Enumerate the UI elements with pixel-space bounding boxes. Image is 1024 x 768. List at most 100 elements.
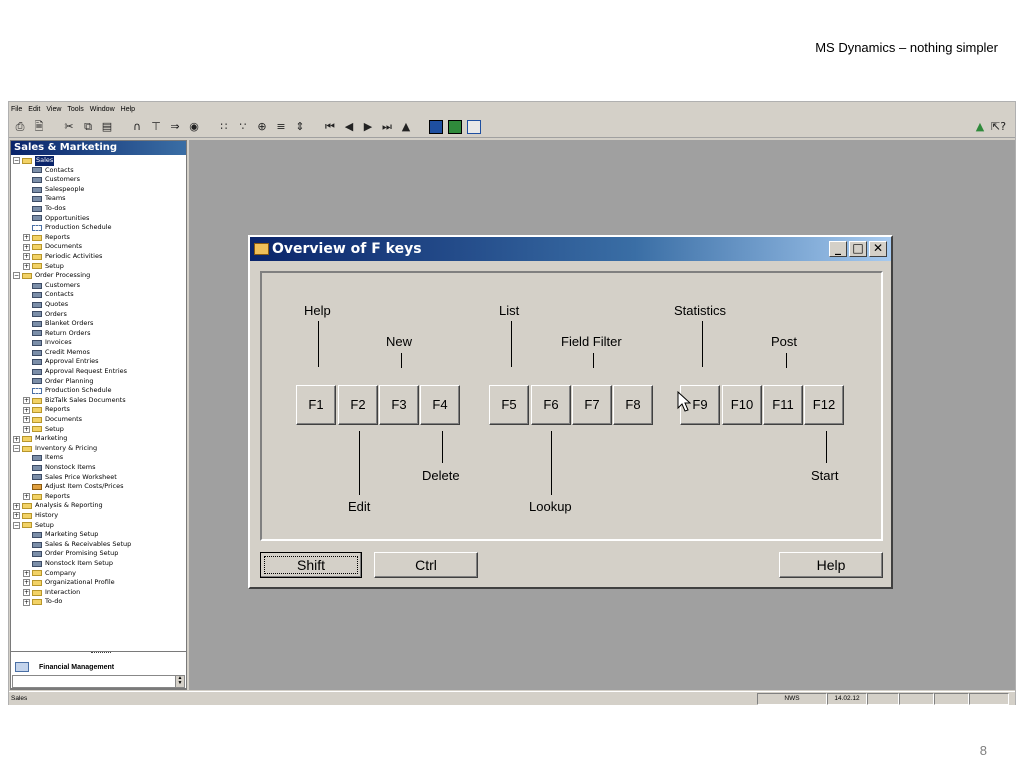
menu-edit[interactable]: Edit xyxy=(28,106,40,113)
tree-item[interactable]: Production Schedule xyxy=(11,223,186,233)
up-icon[interactable]: ▲ xyxy=(399,120,413,134)
tree-item[interactable]: Customers xyxy=(11,175,186,185)
tree-item[interactable]: + History xyxy=(11,511,186,521)
tree-item[interactable]: Salespeople xyxy=(11,185,186,195)
help-cursor-icon[interactable]: ⇱? xyxy=(991,120,1006,134)
f12-key[interactable]: F12 xyxy=(804,385,844,425)
collapse-icon[interactable]: − xyxy=(13,272,20,280)
tree-item[interactable]: + Documents xyxy=(11,415,186,425)
print-icon[interactable]: ⎙ xyxy=(13,120,27,134)
last-record-icon[interactable]: ⏭ xyxy=(380,120,394,134)
chart-icon[interactable]: ▲ xyxy=(973,120,987,134)
expand-icon[interactable]: + xyxy=(23,579,30,587)
menu-help[interactable]: Help xyxy=(121,106,135,113)
tree-item[interactable]: Order Promising Setup xyxy=(11,549,186,559)
financial-management-button[interactable]: Financial Management xyxy=(11,660,186,674)
form-view-icon[interactable] xyxy=(429,119,443,134)
tree-item[interactable]: + Setup xyxy=(11,262,186,272)
close-icon[interactable]: ✕ xyxy=(869,241,887,257)
tree-item[interactable]: Nonstock Item Setup xyxy=(11,559,186,569)
expand-icon[interactable]: + xyxy=(23,243,30,251)
tree-item[interactable]: + Reports xyxy=(11,233,186,243)
f10-key[interactable]: F10 xyxy=(722,385,762,425)
menu-window[interactable]: Window xyxy=(90,106,115,113)
tree-item[interactable]: Adjust Item Costs/Prices xyxy=(11,482,186,492)
filter-icon[interactable]: ∷ xyxy=(217,120,231,134)
tree-item[interactable]: Teams xyxy=(11,194,186,204)
tree-item[interactable]: Approval Request Entries xyxy=(11,367,186,377)
cut-icon[interactable]: ✂ xyxy=(62,120,76,134)
spin-arrows-icon[interactable]: ▲ ▼ xyxy=(175,676,184,687)
first-record-icon[interactable]: ⏮ xyxy=(323,120,337,134)
show-all-icon[interactable]: ≡ xyxy=(274,120,288,134)
expand-icon[interactable]: + xyxy=(13,435,20,443)
tree-item[interactable]: To-dos xyxy=(11,204,186,214)
tree-item[interactable]: Customers xyxy=(11,281,186,291)
tree-item[interactable]: + BizTalk Sales Documents xyxy=(11,396,186,406)
tree-item[interactable]: Blanket Orders xyxy=(11,319,186,329)
minimize-icon[interactable]: _ xyxy=(829,241,847,257)
expand-icon[interactable]: + xyxy=(23,262,30,270)
expand-icon[interactable]: + xyxy=(23,234,30,242)
menu-tools[interactable]: Tools xyxy=(67,106,83,113)
tree-item[interactable]: + Documents xyxy=(11,242,186,252)
print-preview-icon[interactable]: 🗎 xyxy=(32,120,46,134)
tree-item[interactable]: Sales Price Worksheet xyxy=(11,473,186,483)
tree-item[interactable]: + Periodic Activities xyxy=(11,252,186,262)
tree-item[interactable]: + To-do xyxy=(11,597,186,607)
tree-item[interactable]: + Analysis & Reporting xyxy=(11,501,186,511)
list-view-icon[interactable] xyxy=(448,119,462,134)
splitter-grip[interactable] xyxy=(91,652,111,654)
menu-file[interactable]: File xyxy=(11,106,22,113)
tree-item[interactable]: Opportunities xyxy=(11,214,186,224)
tree-item[interactable]: Sales & Receivables Setup xyxy=(11,540,186,550)
f8-key[interactable]: F8 xyxy=(613,385,653,425)
f1-key[interactable]: F1 xyxy=(296,385,336,425)
tree-item[interactable]: + Setup xyxy=(11,425,186,435)
expand-icon[interactable]: + xyxy=(23,397,30,405)
collapse-icon[interactable]: − xyxy=(13,157,20,165)
tree-item[interactable]: Production Schedule xyxy=(11,386,186,396)
f2-key[interactable]: F2 xyxy=(338,385,378,425)
help-button[interactable]: Help xyxy=(779,552,883,578)
f4-key[interactable]: F4 xyxy=(420,385,460,425)
tree-item[interactable]: Credit Memos xyxy=(11,348,186,358)
f5-key[interactable]: F5 xyxy=(489,385,529,425)
expand-icon[interactable]: + xyxy=(13,512,20,520)
table-view-icon[interactable] xyxy=(467,119,481,134)
f11-key[interactable]: F11 xyxy=(763,385,803,425)
f6-key[interactable]: F6 xyxy=(531,385,571,425)
dialog-title-bar[interactable]: Overview of F keys _ □ ✕ xyxy=(250,237,891,261)
expand-icon[interactable]: + xyxy=(23,589,30,597)
tree-item[interactable]: Return Orders xyxy=(11,329,186,339)
expand-icon[interactable]: + xyxy=(23,425,30,433)
tree-item[interactable]: Nonstock Items xyxy=(11,463,186,473)
ctrl-button[interactable]: Ctrl xyxy=(374,552,478,578)
tree-item[interactable]: + Reports xyxy=(11,405,186,415)
f7-key[interactable]: F7 xyxy=(572,385,612,425)
next-record-icon[interactable]: ⇒ xyxy=(168,120,182,134)
tree-item[interactable]: − Sales xyxy=(11,156,186,166)
tree-item[interactable]: Items xyxy=(11,453,186,463)
expand-icon[interactable]: + xyxy=(23,416,30,424)
tree-item[interactable]: + Interaction xyxy=(11,588,186,598)
attach-icon[interactable]: ∩ xyxy=(130,120,144,134)
field-filter-icon[interactable]: ∵ xyxy=(236,120,250,134)
collapse-icon[interactable]: − xyxy=(13,445,20,453)
f3-key[interactable]: F3 xyxy=(379,385,419,425)
tree-item[interactable]: + Marketing xyxy=(11,434,186,444)
expand-icon[interactable]: + xyxy=(23,569,30,577)
shift-button[interactable]: Shift xyxy=(260,552,362,578)
tree-item[interactable]: − Order Processing xyxy=(11,271,186,281)
expand-icon[interactable]: + xyxy=(23,253,30,261)
collapse-icon[interactable]: − xyxy=(13,521,20,529)
tree-item[interactable]: + Reports xyxy=(11,492,186,502)
tree-item[interactable]: − Inventory & Pricing xyxy=(11,444,186,454)
paste-icon[interactable]: ▤ xyxy=(100,120,114,134)
expand-icon[interactable]: + xyxy=(23,598,30,606)
tree-item[interactable]: Contacts xyxy=(11,166,186,176)
tree-item[interactable]: Marketing Setup xyxy=(11,530,186,540)
tree-item[interactable]: Quotes xyxy=(11,300,186,310)
find-icon[interactable]: ◉ xyxy=(187,120,201,134)
expand-icon[interactable]: + xyxy=(13,502,20,510)
